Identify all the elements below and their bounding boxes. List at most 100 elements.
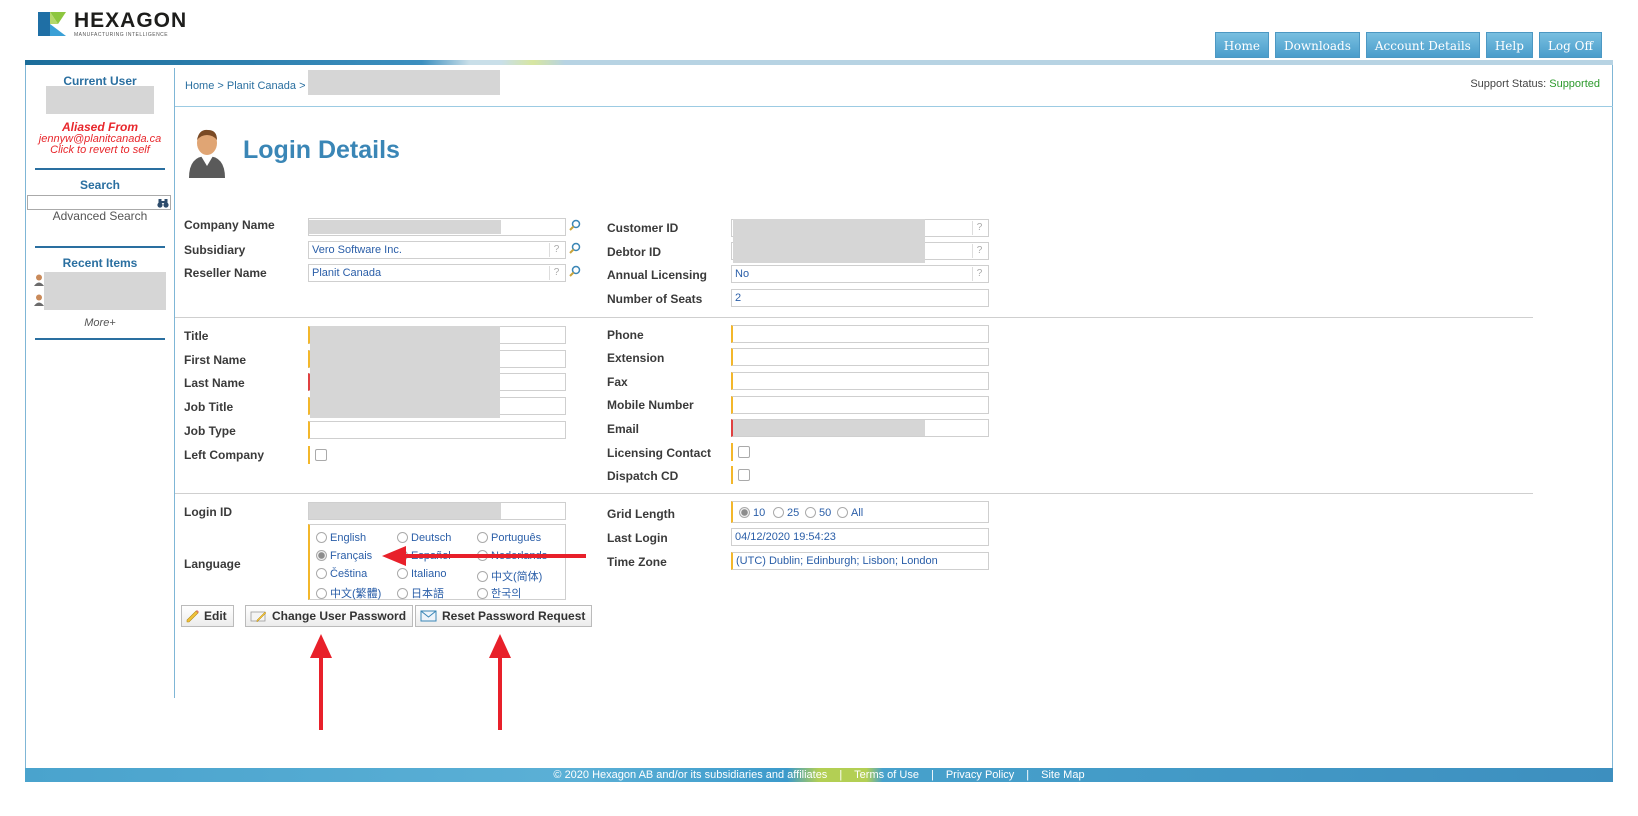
change-password-label: Change User Password bbox=[272, 609, 407, 623]
language-deutsch-label: Deutsch bbox=[411, 532, 452, 544]
language-italiano-radio[interactable]: Italiano bbox=[397, 568, 446, 580]
grid-25-label: 25 bbox=[787, 507, 800, 519]
language-cestina-label: Čeština bbox=[330, 568, 368, 580]
user-profile-icon bbox=[189, 129, 225, 178]
footer-privacy-link[interactable]: Privacy Policy bbox=[946, 769, 1014, 781]
nav-downloads-button[interactable]: Downloads bbox=[1274, 32, 1360, 58]
company-name-redacted bbox=[309, 220, 501, 234]
nav-account-details-button[interactable]: Account Details bbox=[1365, 32, 1480, 58]
radio-dot bbox=[316, 568, 327, 579]
help-icon[interactable]: ? bbox=[972, 267, 986, 281]
phone-field[interactable] bbox=[731, 325, 989, 343]
footer-separator: | bbox=[930, 769, 934, 781]
language-cestina-radio[interactable]: Čeština bbox=[316, 568, 367, 580]
language-korean-label: 한국의 bbox=[491, 588, 522, 600]
footer-sitemap-link[interactable]: Site Map bbox=[1041, 769, 1084, 781]
grid-10-radio[interactable]: 10 bbox=[739, 507, 765, 519]
lookup-magnifier-icon[interactable] bbox=[569, 265, 581, 277]
user-icon bbox=[34, 274, 44, 286]
footer-terms-link[interactable]: Terms of Use bbox=[854, 769, 919, 781]
language-portugues-label: Português bbox=[491, 532, 542, 544]
radio-dot bbox=[773, 507, 784, 518]
annotation-arrow-left-icon bbox=[382, 546, 586, 566]
annual-licensing-label: Annual Licensing bbox=[607, 268, 708, 282]
language-chinese-traditional-label: 中文(繁體) bbox=[330, 588, 382, 600]
fax-field[interactable] bbox=[731, 372, 989, 390]
job-type-label: Job Type bbox=[184, 424, 236, 438]
licensing-contact-checkbox[interactable] bbox=[738, 446, 750, 458]
language-japanese-radio[interactable]: 日本語 bbox=[397, 585, 444, 601]
lookup-magnifier-icon[interactable] bbox=[569, 242, 581, 254]
language-chinese-traditional-radio[interactable]: 中文(繁體) bbox=[316, 585, 381, 601]
recent-items-redacted[interactable] bbox=[44, 272, 166, 310]
reseller-name-value: Planit Canada bbox=[312, 267, 382, 279]
search-title: Search bbox=[79, 178, 121, 192]
title-label: Title bbox=[184, 329, 209, 343]
radio-dot bbox=[805, 507, 816, 518]
aliased-from-link[interactable]: Aliased From jennyw@planitcanada.ca Clic… bbox=[25, 121, 175, 156]
radio-dot bbox=[477, 588, 488, 599]
email-field[interactable] bbox=[731, 419, 989, 437]
sidebar-search-input[interactable] bbox=[27, 195, 171, 210]
contact-redacted bbox=[310, 326, 500, 418]
mobile-number-field[interactable] bbox=[731, 396, 989, 414]
grid-all-radio[interactable]: All bbox=[837, 507, 863, 519]
logo-word: HEXAGON bbox=[74, 9, 188, 32]
login-id-field[interactable] bbox=[308, 502, 566, 520]
grid-25-radio[interactable]: 25 bbox=[773, 507, 799, 519]
time-zone-value: (UTC) Dublin; Edinburgh; Lisbon; London bbox=[736, 555, 938, 567]
language-deutsch-radio[interactable]: Deutsch bbox=[397, 532, 451, 544]
footer-copyright: © 2020 Hexagon AB and/or its subsidiarie… bbox=[553, 769, 828, 781]
company-name-field[interactable] bbox=[308, 218, 566, 236]
fax-label: Fax bbox=[607, 375, 628, 389]
login-id-redacted bbox=[309, 503, 501, 519]
time-zone-field[interactable]: (UTC) Dublin; Edinburgh; Lisbon; London bbox=[731, 552, 989, 570]
footer-separator: | bbox=[839, 769, 843, 781]
current-user-redacted[interactable] bbox=[46, 86, 154, 114]
pencil-icon bbox=[186, 610, 199, 623]
breadcrumb-reseller[interactable]: Planit Canada bbox=[227, 80, 296, 92]
language-portugues-radio[interactable]: Português bbox=[477, 532, 541, 544]
reseller-name-field[interactable]: Planit Canada ? bbox=[308, 264, 566, 282]
grid-length-label: Grid Length bbox=[607, 507, 675, 521]
grid-50-radio[interactable]: 50 bbox=[805, 507, 831, 519]
nav-help-button[interactable]: Help bbox=[1485, 32, 1533, 58]
radio-dot-selected bbox=[739, 507, 750, 518]
help-icon[interactable]: ? bbox=[972, 221, 986, 235]
annual-licensing-field[interactable]: No ? bbox=[731, 265, 989, 283]
breadcrumb-home[interactable]: Home bbox=[185, 80, 214, 92]
help-icon[interactable]: ? bbox=[549, 266, 563, 280]
reset-password-request-button[interactable]: Reset Password Request bbox=[415, 605, 593, 627]
subsidiary-field[interactable]: Vero Software Inc. ? bbox=[308, 241, 566, 259]
lookup-magnifier-icon[interactable] bbox=[569, 219, 581, 231]
number-of-seats-value: 2 bbox=[735, 292, 742, 304]
language-chinese-simplified-radio[interactable]: 中文(简体) bbox=[477, 568, 542, 584]
job-type-field[interactable] bbox=[308, 421, 566, 439]
hexagon-logo[interactable]: HEXAGON MANUFACTURING INTELLIGENCE bbox=[36, 8, 187, 40]
email-label: Email bbox=[607, 422, 640, 436]
login-id-label: Login ID bbox=[184, 505, 232, 519]
left-company-checkbox[interactable] bbox=[315, 449, 327, 461]
envelope-icon bbox=[420, 610, 437, 622]
language-english-radio[interactable]: English bbox=[316, 532, 366, 544]
section-divider bbox=[175, 317, 1533, 318]
advanced-search-link[interactable]: Advanced Search bbox=[25, 209, 175, 223]
dispatch-cd-checkbox[interactable] bbox=[738, 469, 750, 481]
top-navigation: Home Downloads Account Details Help Log … bbox=[1214, 32, 1602, 58]
edit-button[interactable]: Edit bbox=[181, 605, 234, 627]
more-link[interactable]: More+ bbox=[25, 317, 175, 329]
change-user-password-button[interactable]: Change User Password bbox=[245, 605, 414, 627]
logo-subtitle: MANUFACTURING INTELLIGENCE bbox=[74, 32, 169, 38]
extension-field[interactable] bbox=[731, 348, 989, 366]
help-icon[interactable]: ? bbox=[549, 243, 563, 257]
nav-logoff-button[interactable]: Log Off bbox=[1538, 32, 1602, 58]
number-of-seats-field[interactable]: 2 bbox=[731, 289, 989, 307]
bottom-blank bbox=[25, 782, 1613, 816]
help-icon[interactable]: ? bbox=[972, 244, 986, 258]
nav-home-button[interactable]: Home bbox=[1214, 32, 1269, 58]
binoculars-icon[interactable] bbox=[157, 197, 169, 209]
language-korean-radio[interactable]: 한국의 bbox=[477, 585, 521, 601]
support-status-label: Support Status: bbox=[1470, 78, 1547, 90]
language-english-label: English bbox=[330, 532, 367, 544]
language-francais-radio[interactable]: Français bbox=[316, 550, 372, 562]
